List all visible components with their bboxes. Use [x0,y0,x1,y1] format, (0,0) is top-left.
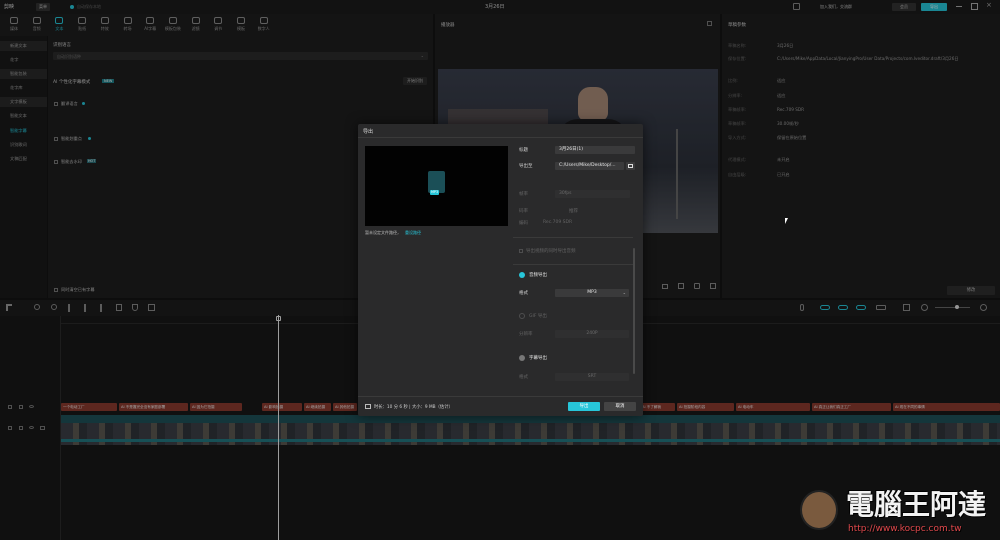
preview-caption: 暂未设定文件路径， [365,230,401,235]
codec-label: 编码 [519,221,528,226]
export-preview: MP3 [365,146,508,226]
audio-with-video-checkbox[interactable] [519,249,523,253]
mouse-cursor [785,218,788,224]
film-icon [365,404,371,409]
export-button[interactable]: 导出 [568,402,600,411]
bitrate-label: 码率 [519,209,528,214]
gif-resolution-label: 分辨率 [519,332,533,337]
title-divider [358,137,643,138]
audio-with-video-row: 导出视频的同时导出音频 [519,248,639,256]
subtitle-format-select[interactable]: SRT [555,373,629,381]
folder-button[interactable] [626,162,635,170]
gif-settings: GIF 导出 分辨率 240P [519,313,639,343]
bitrate-value: 推荐 [569,209,578,214]
file-badge: MP3 [430,190,440,195]
audio-export-checkbox[interactable] [519,272,525,278]
footer-divider [358,396,643,397]
audio-with-video-label: 导出视频的同时导出音频 [526,249,576,254]
subtitle-export-checkbox[interactable] [519,355,525,361]
export-info: 时长：10 分 6 秒 | 大小：9 MB（估计） [374,405,453,410]
subtitle-export-label: 字幕导出 [529,356,547,361]
name-label: 标题 [519,148,528,153]
settings-scrollbar[interactable] [633,248,635,374]
mascot-logo [800,490,838,530]
codec-value: Rec.709 SDR [543,220,573,225]
name-input[interactable]: 3月26日(1) [555,146,635,154]
framerate-label: 帧率 [519,192,528,197]
watermark-title: 電腦王阿達 [846,490,987,520]
gif-export-checkbox[interactable] [519,313,525,319]
reset-path-link[interactable]: 重设路径 [405,230,421,236]
chevron-down-icon: ⌄ [622,290,626,295]
gif-export-label: GIF 导出 [529,314,547,319]
section-divider [513,264,633,265]
framerate-select[interactable]: 30fps [555,190,630,198]
watermark-url: http://www.kocpc.com.tw [848,524,962,534]
subtitle-format-label: 格式 [519,375,528,380]
audio-format-value: MP3 [587,290,597,295]
gif-resolution-select[interactable]: 240P [555,330,629,338]
audio-format-select[interactable]: MP3 ⌄ [555,289,629,297]
path-label: 导出至 [519,164,533,169]
path-input[interactable]: C:/Users/Mike/Desktop/... [555,162,624,170]
gif-resolution-value: 240P [586,331,598,336]
audio-format-label: 格式 [519,291,528,296]
export-dialog-title: 导出 [363,129,374,135]
video-settings: 帧率 30fps 码率 推荐 编码 Rec.709 SDR [519,190,639,230]
audio-export-label: 音频导出 [529,273,547,278]
folder-icon [628,164,633,168]
section-divider [513,237,633,238]
cancel-button[interactable]: 取消 [604,402,636,411]
subtitle-format-value: SRT [587,374,597,379]
export-dialog: 导出 MP3 暂未设定文件路径， 重设路径 标题 3月26日(1) 导出至 C:… [358,124,643,416]
